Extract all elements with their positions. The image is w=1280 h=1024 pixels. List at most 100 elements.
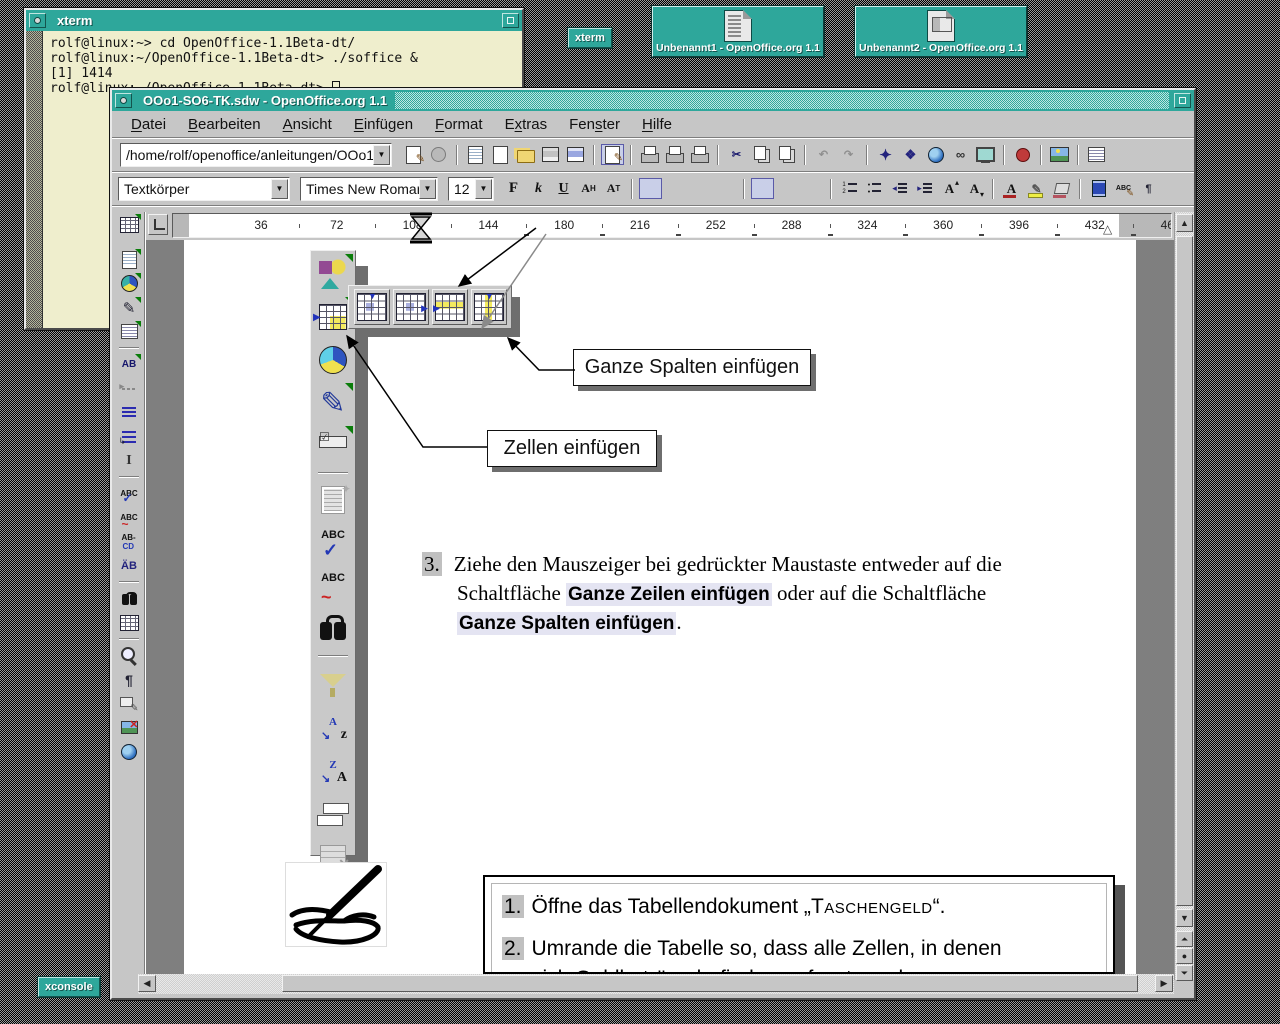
- direct-cursor-icon[interactable]: ▸: [118, 378, 141, 399]
- xterm-titlebar[interactable]: xterm: [26, 10, 522, 31]
- gallery-icon[interactable]: [1048, 144, 1071, 165]
- scroll-left-button[interactable]: ◀: [138, 975, 156, 992]
- line-spacing-2-icon[interactable]: [801, 178, 824, 199]
- embedded-floating-toolbar-image[interactable]: [348, 285, 512, 329]
- chevron-down-icon[interactable]: ▼: [373, 145, 390, 165]
- vertical-scrollbar[interactable]: ▲ ▼ ⏶ ● ⏷: [1174, 212, 1194, 980]
- drag-mode-icon[interactable]: [118, 693, 141, 714]
- menu-item-fenster[interactable]: Fenster: [560, 113, 629, 136]
- ruler-corner-button[interactable]: [148, 214, 168, 235]
- new-doc-icon[interactable]: [489, 144, 512, 165]
- bold-icon[interactable]: F: [502, 178, 525, 199]
- graphics-icon[interactable]: [1087, 178, 1110, 199]
- insert-whole-rows-button[interactable]: [432, 289, 468, 325]
- numbering-on-off-icon[interactable]: [838, 178, 861, 199]
- increase-indent-icon[interactable]: [913, 178, 936, 199]
- online-layout-icon[interactable]: [118, 741, 141, 762]
- insert-cells-icon[interactable]: [313, 297, 353, 337]
- line-spacing-15-icon[interactable]: [776, 178, 799, 199]
- maximize-button[interactable]: [502, 13, 519, 28]
- form-functions-icon[interactable]: [313, 426, 353, 466]
- decrease-indent-icon[interactable]: [888, 178, 911, 199]
- autotext-icon[interactable]: AB: [118, 354, 141, 375]
- embedded-toolbar-image[interactable]: ABC✓ABC~ AzZA: [310, 250, 356, 856]
- insert-chart-icon[interactable]: [313, 340, 353, 380]
- align-left-icon[interactable]: [639, 178, 662, 199]
- subscript-icon[interactable]: AT: [602, 178, 625, 199]
- edit-mode-icon[interactable]: [601, 144, 624, 165]
- horizontal-ruler[interactable]: △ 3672108144180216252288324360396432468: [172, 213, 1172, 238]
- menu-item-einfgen[interactable]: Einfügen: [345, 113, 422, 136]
- menu-item-bearbeiten[interactable]: Bearbeiten: [179, 113, 270, 136]
- open-doc-icon[interactable]: [514, 144, 537, 165]
- auto-spellcheck-icon[interactable]: ABC~: [118, 507, 141, 528]
- menu-item-extras[interactable]: Extras: [496, 113, 557, 136]
- hyphenation-icon[interactable]: AB-CD: [118, 531, 141, 552]
- hand-sketch-image[interactable]: [285, 862, 387, 947]
- paragraph-icon[interactable]: ¶: [1137, 178, 1160, 199]
- find-replace-icon[interactable]: [313, 609, 353, 649]
- save-as-icon[interactable]: [564, 144, 587, 165]
- save-doc-icon[interactable]: [539, 144, 562, 165]
- move-down-icon[interactable]: [118, 426, 141, 447]
- insert-rows-button[interactable]: [354, 289, 390, 325]
- sort-ascending-icon[interactable]: Az: [313, 706, 353, 746]
- writer-titlebar[interactable]: OOo1-SO6-TK.sdw - OpenOffice.org 1.1: [112, 90, 1194, 111]
- chevron-down-icon[interactable]: ▼: [419, 179, 436, 199]
- insert-table-icon[interactable]: [118, 214, 141, 235]
- spellcheck-icon[interactable]: ABC✓: [313, 523, 353, 563]
- insert-whole-columns-button[interactable]: [471, 289, 507, 325]
- scroll-right-button[interactable]: ▶: [1155, 975, 1173, 992]
- xterm-desktop-icon[interactable]: xterm: [568, 28, 612, 48]
- cut-icon[interactable]: ✂: [725, 144, 748, 165]
- insert-doc-icon[interactable]: [313, 480, 353, 520]
- print-file-icon[interactable]: [638, 144, 661, 165]
- menu-item-ansicht[interactable]: Ansicht: [274, 113, 341, 136]
- stop-loading-icon[interactable]: [427, 144, 450, 165]
- new-doc-from-template-icon[interactable]: [464, 144, 487, 165]
- sort-descending-icon[interactable]: ZA: [313, 749, 353, 789]
- previous-page-button[interactable]: ⏶: [1176, 931, 1193, 947]
- insert-objects-icon[interactable]: [118, 273, 141, 294]
- data-sources-icon[interactable]: [118, 612, 141, 633]
- align-justify-icon[interactable]: [714, 178, 737, 199]
- url-combobox[interactable]: /home/rolf/openoffice/anleitungen/OOo1-S…: [120, 143, 392, 167]
- bullets-on-off-icon[interactable]: [863, 178, 886, 199]
- xconsole-desktop-icon[interactable]: xconsole: [38, 977, 100, 997]
- italic-icon[interactable]: k: [527, 178, 550, 199]
- window-menu-button[interactable]: [29, 13, 46, 28]
- gallery-monitor-icon[interactable]: [974, 144, 997, 165]
- menu-item-datei[interactable]: Datei: [122, 113, 175, 136]
- spellcheck-small-icon[interactable]: ABC: [1112, 178, 1135, 199]
- printer-icon[interactable]: [663, 144, 686, 165]
- page-preview-icon[interactable]: [688, 144, 711, 165]
- insert-mode-icon[interactable]: [118, 402, 141, 423]
- spellcheck-icon[interactable]: ABC✓: [118, 483, 141, 504]
- paragraph-style-combobox[interactable]: Textkörper ▼: [118, 177, 290, 201]
- draw-functions-icon[interactable]: [313, 383, 353, 423]
- undo-icon[interactable]: ↶: [812, 144, 835, 165]
- minimized-window-unbenannt1[interactable]: Unbenannt1 - OpenOffice.org 1.1: [652, 6, 824, 57]
- vertical-scrollbar-thumb[interactable]: [1176, 236, 1193, 906]
- superscript-icon[interactable]: AH: [577, 178, 600, 199]
- insert-fields-icon[interactable]: [118, 249, 141, 270]
- hyperlink-globe-icon[interactable]: [924, 144, 947, 165]
- window-menu-button[interactable]: [115, 93, 132, 108]
- stylist-icon[interactable]: ❖: [899, 144, 922, 165]
- form-functions-icon[interactable]: [118, 321, 141, 342]
- scroll-up-button[interactable]: ▲: [1176, 214, 1193, 232]
- horizontal-scrollbar[interactable]: ◀ ▶: [138, 974, 1174, 994]
- minimized-window-unbenannt2[interactable]: Unbenannt2 - OpenOffice.org 1.1: [855, 6, 1027, 57]
- redo-icon[interactable]: ↷: [837, 144, 860, 165]
- group-icon[interactable]: [313, 792, 353, 832]
- auto-spellcheck-icon[interactable]: ABC~: [313, 566, 353, 606]
- scroll-down-button[interactable]: ▼: [1176, 909, 1193, 927]
- chevron-down-icon[interactable]: ▼: [475, 179, 492, 199]
- zoom-icon[interactable]: [118, 645, 141, 666]
- next-page-button[interactable]: ⏷: [1176, 965, 1193, 981]
- document-area[interactable]: ABC✓ABC~AzZA Ganze Spalten einfügen Zell…: [146, 240, 1174, 974]
- navigation-button[interactable]: ●: [1176, 948, 1193, 964]
- nonprinting-characters-icon[interactable]: ¶: [118, 669, 141, 690]
- background-color-icon[interactable]: [1050, 178, 1073, 199]
- font-name-combobox[interactable]: Times New Roman ▼: [300, 177, 438, 201]
